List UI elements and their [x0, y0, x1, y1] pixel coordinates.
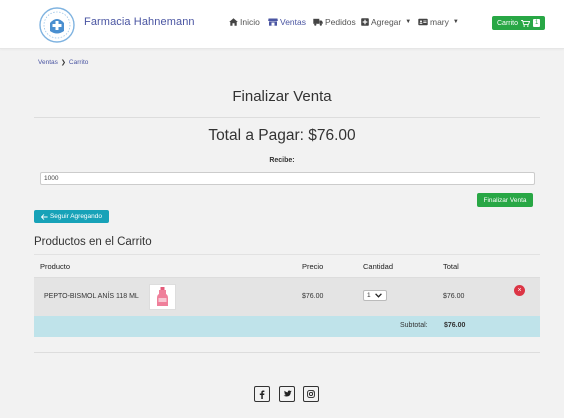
nav-agregar-label: Agregar [371, 17, 402, 27]
arrow-left-icon [40, 213, 48, 220]
facebook-link[interactable] [254, 386, 270, 402]
breadcrumb: Ventas ❯ Carrito [38, 59, 88, 66]
truck-icon [313, 18, 323, 26]
breadcrumb-ventas[interactable]: Ventas [38, 59, 58, 66]
finalizar-venta-button[interactable]: Finalizar Venta [477, 193, 533, 207]
close-icon: × [517, 287, 522, 294]
instagram-icon [307, 390, 315, 398]
seguir-agregando-button[interactable]: Seguir Agregando [34, 210, 109, 223]
remove-item-button[interactable]: × [514, 285, 525, 296]
page-title: Finalizar Venta [232, 88, 332, 105]
seguir-agregando-label: Seguir Agregando [49, 213, 103, 220]
table-header-precio: Precio [302, 262, 324, 271]
instagram-link[interactable] [303, 386, 319, 402]
chevron-down-icon: ▼ [405, 19, 412, 25]
facebook-icon [259, 390, 265, 399]
cart-icon [521, 19, 531, 27]
table-header-cantidad: Cantidad [363, 262, 394, 271]
cart-button[interactable]: Carrito 1 [492, 16, 546, 30]
id-card-icon [418, 18, 428, 26]
divider [34, 117, 540, 118]
nav-inicio-label: Inicio [240, 17, 260, 27]
plus-box-icon [361, 18, 369, 26]
breadcrumb-carrito[interactable]: Carrito [69, 59, 89, 66]
table-header-total: Total [443, 262, 459, 271]
subtotal-label: Subtotal: [400, 322, 428, 329]
divider [34, 254, 540, 255]
cart-button-label: Carrito [497, 19, 519, 27]
product-total: $76.00 [443, 293, 465, 300]
subtotal-value: $76.00 [444, 322, 466, 329]
nav-ventas[interactable]: Ventas [268, 17, 306, 27]
divider [34, 352, 540, 353]
quantity-value: 1 [367, 292, 371, 299]
chevron-down-icon: ▼ [452, 19, 459, 25]
chevron-right-icon: ❯ [60, 60, 66, 66]
nav-user-dropdown[interactable]: mary ▼ [418, 17, 459, 27]
cart-heading: Productos en el Carrito [34, 236, 152, 248]
twitter-icon [283, 390, 292, 397]
home-icon [229, 18, 238, 26]
product-price: $76.00 [302, 293, 324, 300]
twitter-link[interactable] [279, 386, 295, 402]
nav-agregar-dropdown[interactable]: Agregar ▼ [361, 17, 411, 27]
quantity-select[interactable]: 1 [363, 290, 387, 301]
nav-pedidos-label: Pedidos [325, 17, 356, 27]
total-to-pay: Total a Pagar: $76.00 [208, 127, 356, 144]
nav-user-label: mary [430, 17, 449, 27]
table-header-producto: Producto [40, 262, 71, 271]
product-image[interactable] [149, 284, 176, 310]
chevron-down-icon [374, 293, 382, 298]
pharmacy-logo-icon[interactable] [39, 7, 75, 43]
recibe-input[interactable]: 1000 [40, 172, 535, 185]
nav-ventas-label: Ventas [280, 17, 306, 27]
brand-name[interactable]: Farmacia Hahnemann [84, 16, 195, 28]
product-name: PEPTO-BISMOL ANÍS 118 ML [44, 293, 139, 300]
nav-pedidos[interactable]: Pedidos [313, 17, 356, 27]
recibe-label: Recibe: [269, 157, 295, 164]
navbar: Farmacia Hahnemann Inicio Ventas Pedidos… [0, 0, 564, 49]
store-icon [268, 18, 278, 26]
cart-count-badge: 1 [533, 19, 541, 27]
nav-inicio[interactable]: Inicio [229, 17, 260, 27]
